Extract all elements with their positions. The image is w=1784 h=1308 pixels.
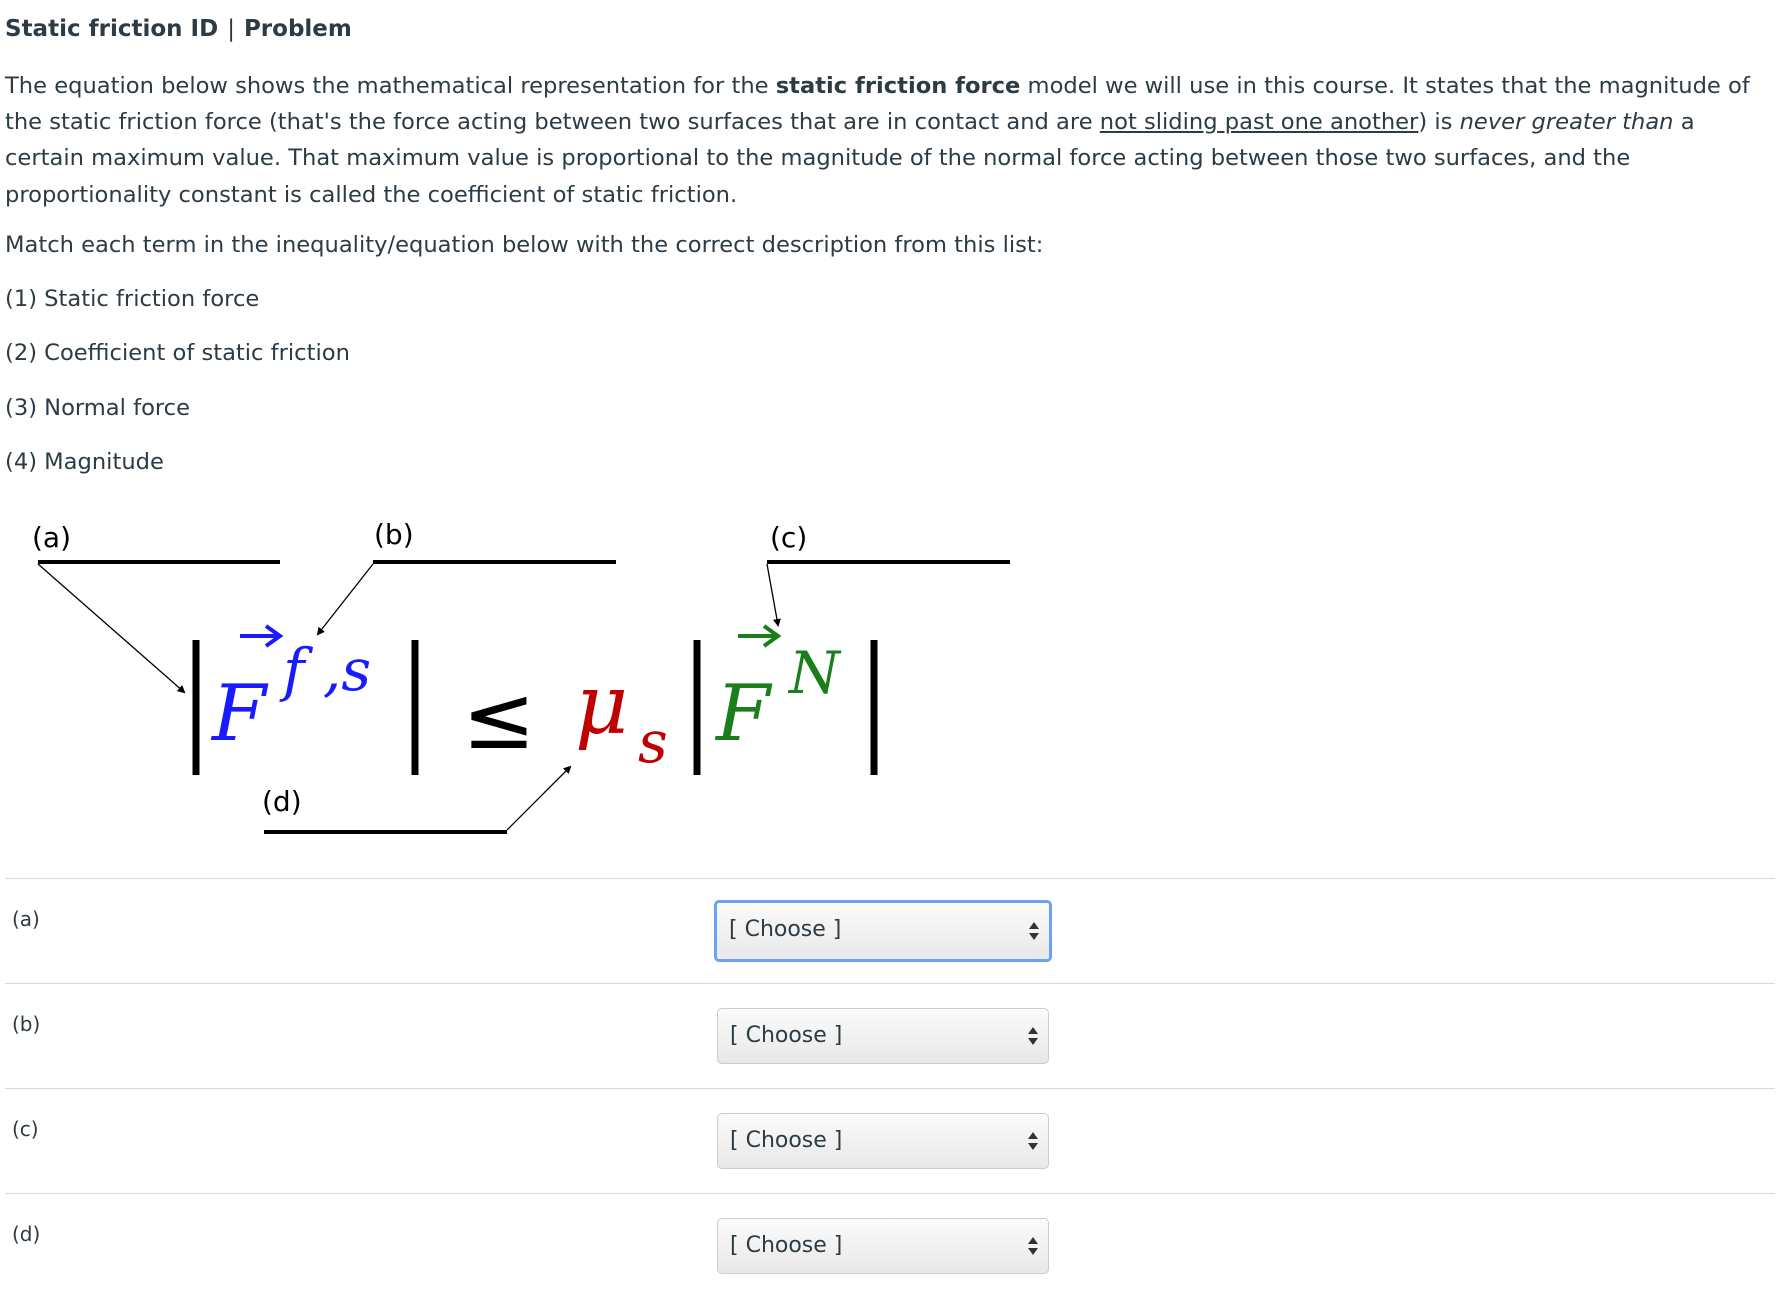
intro-paragraph: The equation below shows the mathematica… xyxy=(5,68,1775,213)
answer-select-d[interactable]: [ Choose ] xyxy=(717,1218,1049,1274)
title-left: Static friction ID xyxy=(5,16,219,42)
select-value-a: [ Choose ] xyxy=(729,917,842,942)
intro-text-3: ) is xyxy=(1418,109,1460,136)
answer-row-a: (a) [ Choose ] xyxy=(5,878,1775,983)
select-value-c: [ Choose ] xyxy=(730,1128,843,1153)
mu-subscript: s xyxy=(638,708,668,776)
arrow-d xyxy=(506,765,572,831)
instruction-text: Match each term in the inequality/equati… xyxy=(5,232,1044,258)
diagram-label-d: (d) xyxy=(262,785,302,818)
mu-symbol: μ xyxy=(575,658,628,753)
normal-force-symbol: F xyxy=(714,669,773,759)
arrow-b xyxy=(316,563,374,636)
answer-select-c[interactable]: [ Choose ] xyxy=(717,1113,1049,1169)
normal-superscript: N xyxy=(787,639,842,707)
select-value-b: [ Choose ] xyxy=(730,1023,843,1048)
answer-select-b[interactable]: [ Choose ] xyxy=(717,1008,1049,1064)
intro-underline-text: not sliding past one another xyxy=(1099,109,1419,136)
diagram-label-b: (b) xyxy=(374,518,414,551)
answer-label-a: (a) xyxy=(12,907,40,931)
answer-row-c: (c) [ Choose ] xyxy=(5,1088,1775,1193)
intro-bold-term: static friction force xyxy=(775,73,1021,99)
friction-subscript: f ,s xyxy=(279,636,371,704)
diagram-label-c: (c) xyxy=(770,521,807,554)
intro-text-1: The equation below shows the mathematica… xyxy=(5,73,776,99)
title-right: Problem xyxy=(243,16,352,42)
leq-symbol: ≤ xyxy=(462,666,536,769)
intro-italic-text: never greater than xyxy=(1459,109,1674,136)
answer-rows: (a) [ Choose ] (b) [ Choose ] (c) [ Choo… xyxy=(5,878,1775,1298)
answer-row-b: (b) [ Choose ] xyxy=(5,983,1775,1088)
option-2: (2) Coefficient of static friction xyxy=(5,340,350,366)
equation-diagram: (a) (b) (c) (d) F f ,s ≤ μ s F N xyxy=(0,500,1050,860)
friction-force-symbol: F xyxy=(210,669,269,759)
answer-label-d: (d) xyxy=(12,1222,41,1246)
option-1: (1) Static friction force xyxy=(5,286,260,312)
select-value-d: [ Choose ] xyxy=(730,1233,843,1258)
title-separator: | xyxy=(227,16,235,42)
select-arrows-icon xyxy=(1028,1025,1038,1047)
option-4: (4) Magnitude xyxy=(5,449,164,475)
arrow-c xyxy=(766,563,781,627)
answer-label-c: (c) xyxy=(12,1117,39,1141)
diagram-label-a: (a) xyxy=(32,521,71,554)
answer-select-a[interactable]: [ Choose ] xyxy=(714,900,1052,962)
answer-label-b: (b) xyxy=(12,1012,41,1036)
page-title: Static friction ID | Problem xyxy=(5,16,352,42)
arrow-a xyxy=(37,563,186,694)
option-3: (3) Normal force xyxy=(5,395,191,421)
select-arrows-icon xyxy=(1028,1235,1038,1257)
answer-row-d: (d) [ Choose ] xyxy=(5,1193,1775,1298)
select-arrows-icon xyxy=(1029,920,1039,942)
select-arrows-icon xyxy=(1028,1130,1038,1152)
